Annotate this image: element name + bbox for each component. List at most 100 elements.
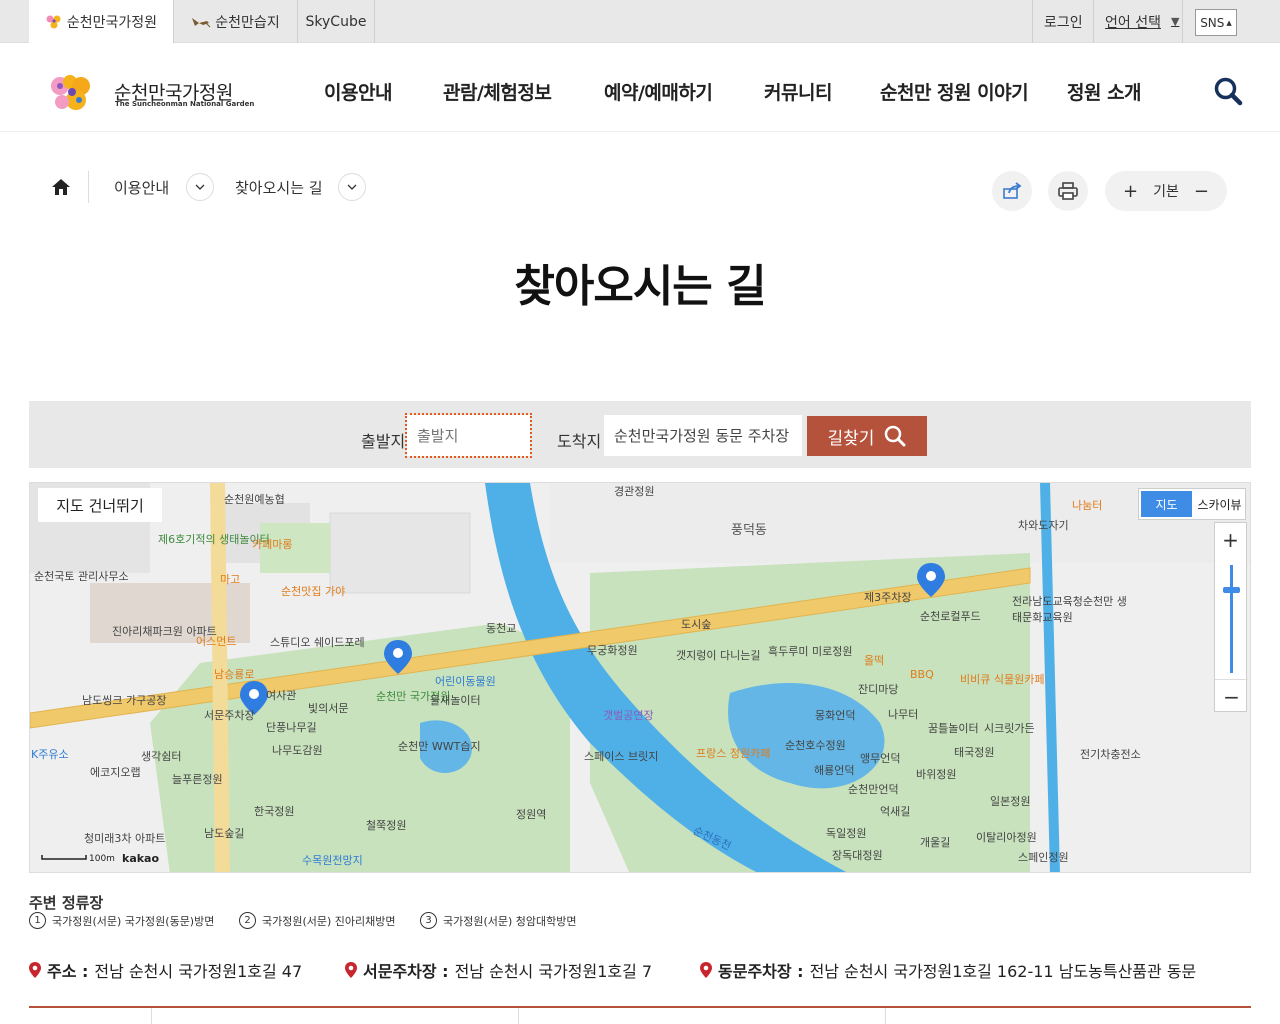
map-label: 순천국토 관리사무소 [34, 570, 129, 583]
site-tab-skycube[interactable]: SkyCube [298, 0, 375, 43]
map-label: 나무터 [888, 708, 919, 721]
divider [1182, 0, 1183, 43]
map-zoom-in-button[interactable]: + [1215, 523, 1246, 557]
chevron-down-icon [347, 184, 357, 190]
site-tab-label: SkyCube [305, 13, 367, 30]
map-scale: 100m [89, 854, 115, 864]
map-label: 잔디마당 [858, 683, 899, 696]
nav-reservation[interactable]: 예약/예매하기 [604, 78, 713, 105]
nav-guide[interactable]: 이용안내 [324, 78, 392, 105]
logo-icon[interactable] [46, 72, 116, 116]
divider [885, 1008, 886, 1024]
stop-label: 국가정원(서문) 국가정원(동문)방면 [52, 914, 215, 928]
sns-button[interactable]: SNS ▲ [1195, 9, 1237, 36]
flower-icon [46, 15, 61, 28]
map-label: 정원역 [516, 808, 547, 821]
map-type-map-button[interactable]: 지도 [1141, 491, 1192, 517]
share-icon [1003, 182, 1022, 199]
stop-number: 2 [239, 912, 256, 929]
map-label: 남도숲길 [204, 827, 245, 840]
divider [1032, 0, 1033, 43]
bus-stop-item: 3 국가정원(서문) 청암대학방면 [420, 912, 577, 929]
bus-stop-item: 1 국가정원(서문) 국가정원(동문)방면 [29, 912, 214, 929]
map-label: 일본정원 [990, 795, 1031, 808]
share-button[interactable] [992, 171, 1032, 211]
map-skip-link[interactable]: 지도 건너뛰기 [38, 488, 162, 522]
start-input[interactable] [405, 413, 532, 458]
end-label: 도착지 [557, 432, 602, 451]
map-label: 꿈틀놀이터 [928, 722, 979, 735]
search-icon [885, 425, 906, 447]
map-label: 스페이스 브릿지 [584, 750, 659, 763]
print-button[interactable] [1048, 171, 1088, 211]
zoom-in-button[interactable]: + [1123, 181, 1138, 202]
address-value: 전남 순천시 국가정원1호길 47 [94, 962, 303, 981]
map-label: 동천교 [486, 622, 517, 635]
address-value: 전남 순천시 국가정원1호길 7 [454, 962, 653, 981]
nav-about[interactable]: 정원 소개 [1067, 78, 1142, 105]
bus-stop-item: 2 국가정원(서문) 진아리채방면 [239, 912, 396, 929]
nav-community[interactable]: 커뮤니티 [764, 78, 832, 105]
map-label: 늘푸른정원 [172, 773, 223, 786]
map-label: 도시숲 [681, 618, 712, 631]
map-label: 갯지렁이 다니는길 [676, 649, 761, 662]
map-zoom-control: + − [1214, 522, 1248, 713]
map-label: 프랑스 정원카페 [696, 747, 771, 760]
map-zoom-out-button[interactable]: − [1215, 679, 1248, 713]
address-title: 주소 : [47, 962, 89, 981]
map-label: 흑두루미 미로정원 [768, 645, 853, 658]
map-zoom-handle[interactable] [1223, 587, 1240, 593]
divider [1093, 0, 1094, 43]
address-value: 전남 순천시 국가정원1호길 162-11 남도농특산품관 동문 [809, 962, 1197, 981]
nav-visit-info[interactable]: 관람/체험정보 [443, 78, 552, 105]
map-label: 어린이동물원 [435, 675, 496, 688]
map-label: 마고 [220, 573, 241, 586]
site-tab-garden[interactable]: 순천만국가정원 [29, 0, 174, 43]
end-input[interactable]: 순천만국가정원 동문 주차장 [604, 415, 802, 456]
breadcrumb-level1[interactable]: 이용안내 [114, 177, 169, 198]
map-label: 태국정원 [954, 746, 995, 759]
map-label: 무궁화정원 [587, 644, 638, 657]
kakao-logo[interactable]: kakao [122, 852, 159, 865]
top-utility-bar: 순천만국가정원 순천만습지 SkyCube 로그인 언어 선택 ▼ SNS ▲ [0, 0, 1280, 43]
address-title: 서문주차장 : [363, 962, 449, 981]
map-label: 장독대정원 [832, 849, 883, 862]
zoom-reset-button[interactable]: 기본 [1153, 181, 1179, 201]
map-type-skyview-button[interactable]: 스카이뷰 [1194, 489, 1245, 519]
map-label: 나무도감원 [272, 744, 323, 757]
map-label: 개울길 [920, 836, 951, 849]
site-tab-label: 순천만습지 [215, 14, 280, 31]
find-route-label: 길찾기 [827, 428, 875, 449]
map-label: 경관정원 [614, 485, 655, 498]
map-label: 순천만언덕 [848, 783, 899, 796]
map-label: 제3주차장 [864, 591, 912, 604]
map-label: 스페인정원 [1018, 851, 1069, 864]
map-label: 나눔터 [1072, 499, 1103, 512]
map-label: 전라남도교육청순천만 생태문화교육원 [1012, 595, 1127, 624]
login-link[interactable]: 로그인 [1044, 0, 1083, 43]
home-icon[interactable] [51, 177, 71, 197]
map-label: 순천만 WWT습지 [398, 740, 481, 753]
find-route-button[interactable]: 길찾기 [807, 416, 927, 456]
search-icon[interactable] [1213, 76, 1243, 106]
map-zoom-slider[interactable] [1230, 565, 1233, 673]
map-label: 서문주차장 [204, 709, 255, 722]
address-main: 주소 : 전남 순천시 국가정원1호길 47 [29, 958, 302, 982]
map-label: 에코지오랩 [90, 766, 141, 779]
breadcrumb-level2[interactable]: 찾아오시는 길 [235, 177, 323, 198]
map-label: 어스먼트 [196, 635, 237, 648]
map-label: 비비큐 식물원카페 [960, 673, 1045, 686]
map-label: 한국정원 [254, 805, 295, 818]
breadcrumb-level2-toggle[interactable] [338, 173, 366, 201]
logo-subtitle: The Suncheonman National Garden [115, 100, 255, 108]
map-label: 독일정원 [826, 827, 867, 840]
nav-story[interactable]: 순천만 정원 이야기 [880, 78, 1029, 105]
map-label: BBQ [910, 668, 934, 681]
breadcrumb-level1-toggle[interactable] [186, 173, 214, 201]
map-label: 스튜디오 쉐이드포레 [270, 636, 365, 649]
zoom-out-button[interactable]: − [1194, 181, 1209, 202]
stop-label: 국가정원(서문) 진아리채방면 [262, 914, 396, 928]
site-tab-wetland[interactable]: 순천만습지 [174, 0, 298, 43]
language-select[interactable]: 언어 선택 ▼ [1105, 0, 1179, 43]
map-label: 순천호수정원 [785, 739, 846, 752]
